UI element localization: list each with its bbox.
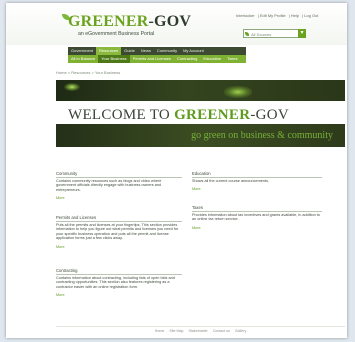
utility-link-logout[interactable]: Log Out <box>304 13 318 18</box>
breadcrumb[interactable]: Home > Resources > Your Business <box>56 70 120 75</box>
banner-tagline: go green on business & community <box>191 130 333 141</box>
nav-item-government[interactable]: Government <box>68 47 96 55</box>
subnav-item-contracting[interactable]: Contracting <box>174 55 200 63</box>
page-container: GREENER-GOV an eGovernment Business Port… <box>6 3 347 338</box>
section-title[interactable]: Contracting <box>56 268 182 275</box>
section-title[interactable]: Taxes <box>192 205 322 212</box>
nav-item-news[interactable]: News <box>138 47 154 55</box>
section-education: Education Shows all the current course a… <box>192 171 322 191</box>
leaf-icon <box>245 32 249 36</box>
more-link[interactable]: More <box>192 187 322 191</box>
section-body: Shows all the current course announcemen… <box>192 179 270 183</box>
main-navigation: Government Resources Guide News Communit… <box>68 47 246 55</box>
nav-item-community[interactable]: Community <box>154 47 180 55</box>
welcome-text-post: -GOV <box>250 107 290 123</box>
welcome-text-green: GREENER <box>174 107 251 123</box>
section-permits: Permits and Licenses Puts all the permit… <box>56 215 182 249</box>
nav-item-guide[interactable]: Guide <box>121 47 138 55</box>
site-footer: Home Site Map Stakeholder Contact us Gal… <box>56 326 345 333</box>
logo-green-text: GREENER <box>68 13 149 30</box>
search-button[interactable]: ▾ <box>298 29 306 38</box>
subnav-item-all-in-balance[interactable]: All in Balance <box>68 55 98 63</box>
tagline-banner: go green on business & community <box>56 124 345 147</box>
nav-item-resources[interactable]: Resources <box>96 47 122 55</box>
section-title[interactable]: Community <box>56 171 182 178</box>
section-title[interactable]: Permits and Licenses <box>56 215 182 222</box>
footer-link-site-map[interactable]: Site Map <box>169 329 183 333</box>
site-logo[interactable]: GREENER-GOV <box>68 13 191 31</box>
welcome-text-pre: WELCOME TO <box>68 107 175 123</box>
nav-item-my-account[interactable]: My Account <box>180 47 207 55</box>
footer-link-gallery[interactable]: Gallery <box>235 329 246 333</box>
banner-glow <box>64 83 80 91</box>
subnav-item-your-business[interactable]: Your Business <box>98 55 130 63</box>
footer-link-contact[interactable]: Contact us <box>213 329 230 333</box>
section-contracting: Contracting Contains information about c… <box>56 268 182 297</box>
footer-link-home[interactable]: Home <box>155 329 165 333</box>
footer-link-stakeholder[interactable]: Stakeholder <box>189 329 208 333</box>
section-taxes: Taxes Provides information about tax inc… <box>192 205 322 230</box>
section-body: Contains community resources such as blo… <box>56 179 162 192</box>
utility-link-interlocker[interactable]: Interlocker <box>236 13 255 18</box>
subnav-item-permits[interactable]: Permits and Licenses <box>130 55 174 63</box>
welcome-heading: WELCOME TO GREENER-GOV <box>68 107 289 124</box>
site-header: GREENER-GOV an eGovernment Business Port… <box>6 3 347 45</box>
utility-link-edit-profile[interactable]: Edit My Profile <box>260 13 286 18</box>
subnav-item-taxes[interactable]: Taxes <box>224 55 240 63</box>
section-title[interactable]: Education <box>192 171 322 178</box>
sub-navigation: All in Balance Your Business Permits and… <box>68 55 246 63</box>
banner-glow <box>224 86 252 98</box>
more-link[interactable]: More <box>56 245 182 249</box>
section-body: Contains information about contracting, … <box>56 276 175 289</box>
search-select-value: All Sources <box>251 32 272 37</box>
more-link[interactable]: More <box>56 196 182 200</box>
utility-link-help[interactable]: Help <box>291 13 299 18</box>
search-select[interactable]: All Sources <box>243 29 305 38</box>
more-link[interactable]: More <box>56 293 182 297</box>
subnav-item-education[interactable]: Education <box>200 55 224 63</box>
hero-banner <box>56 80 345 101</box>
site-tagline: an eGovernment Business Portal <box>78 31 155 37</box>
section-body: Puts all the permits and licenses at you… <box>56 223 179 241</box>
more-link[interactable]: More <box>192 226 322 230</box>
section-community: Community Contains community resources s… <box>56 171 182 200</box>
logo-dark-text: -GOV <box>148 13 192 30</box>
utility-links: Interlocker | Edit My Profile | Help | Log … <box>236 13 319 18</box>
section-body: Provides information about tax incentive… <box>192 213 320 222</box>
